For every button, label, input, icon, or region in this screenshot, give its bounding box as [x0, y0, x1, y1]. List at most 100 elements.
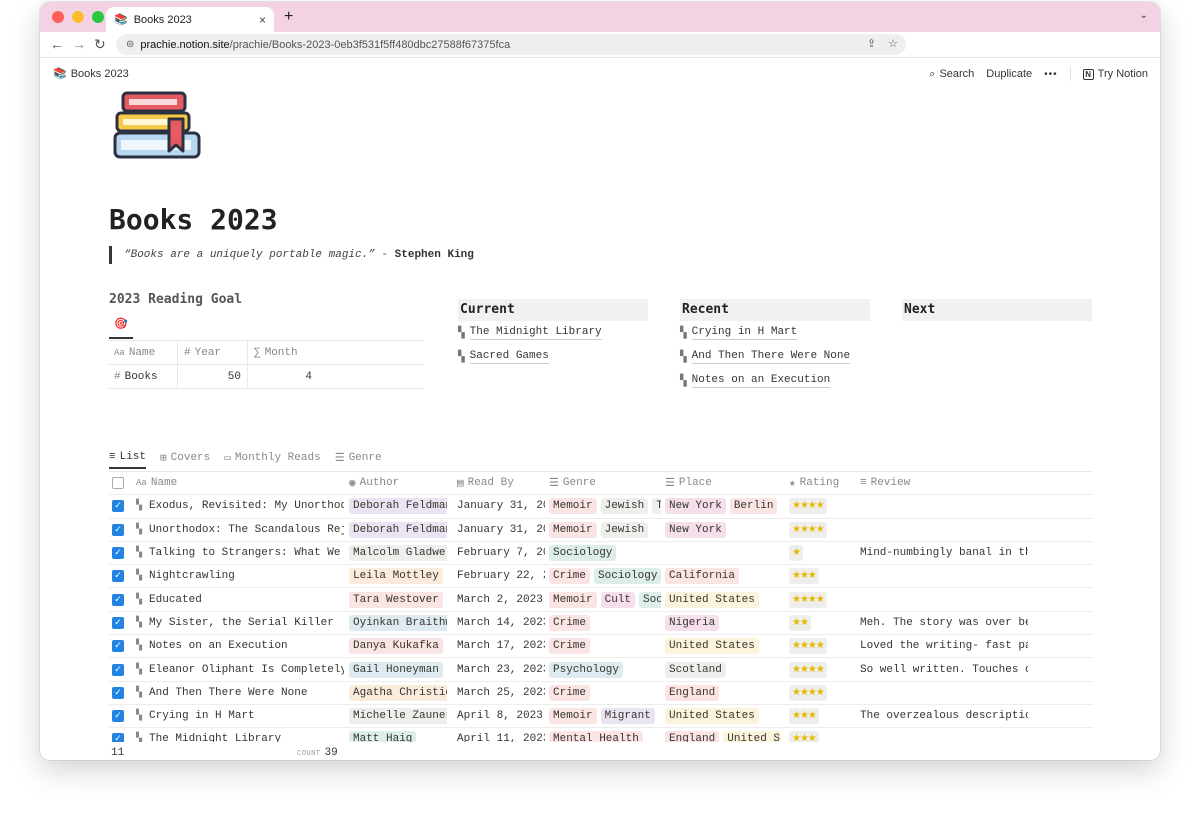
review-text[interactable]: Meh. The story was over before	[860, 612, 1028, 634]
try-notion-button[interactable]: N Try Notion	[1082, 68, 1148, 80]
goal-col-name[interactable]: Aa Name	[108, 341, 178, 364]
review-text[interactable]	[860, 519, 1028, 541]
row-checkbox[interactable]: ✓	[112, 705, 126, 727]
read-by-date[interactable]: January 31, 2023	[457, 495, 545, 517]
read-by-date[interactable]: January 31, 2023	[457, 519, 545, 541]
view-tab-genre[interactable]: ☰ Genre	[335, 447, 382, 469]
book-author[interactable]: Gail Honeyman	[349, 658, 447, 680]
genre-tags[interactable]: Crime	[549, 635, 661, 657]
current-link[interactable]: ▚ Sacred Games	[458, 345, 648, 369]
review-text[interactable]	[860, 682, 1028, 704]
book-author[interactable]: Oyinkan Braithwaite	[349, 612, 447, 634]
read-by-date[interactable]: March 14, 2023	[457, 612, 545, 634]
forward-arrow-icon[interactable]: →	[72, 36, 86, 52]
genre-tags[interactable]: MemoirCultSociology	[549, 588, 661, 610]
new-tab-button[interactable]: +	[284, 8, 293, 26]
place-tags[interactable]: New York Berlin	[665, 495, 781, 517]
review-text[interactable]: The overzealous descriptions	[860, 705, 1028, 727]
genre-tags[interactable]: Crime Sociology	[549, 565, 661, 587]
row-checkbox[interactable]: ✓	[112, 519, 126, 541]
row-checkbox[interactable]: ✓	[112, 588, 126, 610]
row-checkbox[interactable]: ✓	[112, 658, 126, 680]
site-info-icon[interactable]: ⊜	[126, 39, 134, 50]
col-author[interactable]: ◉ Author	[349, 472, 447, 494]
table-row[interactable]: ✓ ▚Unorthodox: The Scandalous Rejection De…	[109, 519, 1093, 542]
book-name[interactable]: ▚Eleanor Oliphant Is Completely Fine	[136, 658, 344, 680]
back-arrow-icon[interactable]: ←	[50, 36, 64, 52]
genre-tags[interactable]: Psychology	[549, 658, 661, 680]
table-row[interactable]: ✓ ▚ Exodus, Revisited: My Unorthodox Debora…	[109, 495, 1093, 519]
close-window-button[interactable]	[52, 11, 64, 23]
review-text[interactable]	[860, 588, 1028, 610]
goal-col-year[interactable]: # Year	[178, 341, 248, 364]
col-name[interactable]: Aa Name	[136, 472, 344, 494]
duplicate-button[interactable]: Duplicate	[986, 68, 1032, 80]
rating[interactable]: ★★★	[789, 728, 855, 742]
review-text[interactable]	[860, 495, 1028, 517]
browser-tab[interactable]: 📚 Books 2023 ×	[106, 7, 274, 32]
breadcrumb[interactable]: 📚 Books 2023	[53, 67, 129, 81]
read-by-date[interactable]: March 25, 2023	[457, 682, 545, 704]
rating[interactable]: ★	[789, 542, 855, 564]
place-tags[interactable]: Nigeria	[665, 612, 781, 634]
more-options-icon[interactable]: •••	[1044, 69, 1058, 80]
read-by-date[interactable]: March 17, 2023	[457, 635, 545, 657]
place-tags[interactable]: United States	[665, 705, 781, 727]
col-rating[interactable]: ★ Rating	[789, 472, 855, 494]
share-icon[interactable]: ⇪	[867, 37, 876, 50]
book-author[interactable]: Michelle Zauner	[349, 705, 447, 727]
goal-view-tab[interactable]: 🎯	[109, 317, 133, 339]
table-row[interactable]: ✓ ▚ Crying in H Mart Michelle Zauner April 8…	[109, 705, 1093, 729]
table-row[interactable]: ✓ ▚ Nightcrawling Leila Mottley February 22,…	[109, 565, 1093, 589]
book-author[interactable]: Malcolm Gladwell	[349, 542, 447, 564]
review-text[interactable]: Mind-numbingly banal in that	[860, 542, 1028, 564]
book-author[interactable]: Tara Westover	[349, 588, 447, 610]
count-aggregate[interactable]: COUNT 39	[297, 747, 338, 759]
row-checkbox[interactable]: ✓	[112, 612, 126, 634]
row-checkbox[interactable]: ✓	[112, 495, 126, 517]
book-name[interactable]: ▚ Exodus, Revisited: My Unorthodox	[136, 495, 344, 517]
review-text[interactable]: So well written. Touches on	[860, 658, 1028, 680]
search-button[interactable]: ⌕ Search	[929, 68, 974, 81]
rating[interactable]: ★★★	[789, 565, 855, 587]
rating[interactable]: ★★★★	[789, 495, 855, 517]
rating[interactable]: ★★★★	[789, 588, 855, 610]
read-by-date[interactable]: February 7, 2023	[457, 542, 545, 564]
rating[interactable]: ★★★★	[789, 658, 855, 680]
review-text[interactable]	[860, 565, 1028, 587]
book-name[interactable]: ▚Talking to Strangers: What We Should	[136, 542, 344, 564]
rating[interactable]: ★★★	[789, 705, 855, 727]
book-author[interactable]: Deborah Feldman	[349, 495, 447, 517]
book-name[interactable]: ▚ Educated	[136, 588, 344, 610]
reload-icon[interactable]: ↻	[94, 36, 106, 53]
row-checkbox[interactable]: ✓	[112, 682, 126, 704]
table-row[interactable]: ✓ ▚ And Then There Were None Agatha Christi…	[109, 682, 1093, 705]
genre-tags[interactable]: Mental Health	[549, 728, 661, 742]
select-all-checkbox[interactable]	[112, 472, 126, 494]
row-checkbox[interactable]: ✓	[112, 728, 126, 742]
table-row[interactable]: ✓ ▚ The Midnight Library Matt Haig April 11,…	[109, 728, 1093, 742]
minimize-window-button[interactable]	[72, 11, 84, 23]
read-by-date[interactable]: April 11, 2023	[457, 728, 545, 742]
table-row[interactable]: ✓ ▚Talking to Strangers: What We Should Ma…	[109, 542, 1093, 566]
book-name[interactable]: ▚ And Then There Were None	[136, 682, 344, 704]
table-row[interactable]: ✓ ▚ My Sister, the Serial Killer Oyinkan Br…	[109, 612, 1093, 636]
book-author[interactable]: Deborah Feldman	[349, 519, 447, 541]
zoom-window-button[interactable]	[92, 11, 104, 23]
genre-tags[interactable]: Sociology	[549, 542, 661, 564]
goal-col-month[interactable]: ∑ Month	[248, 341, 318, 364]
rating[interactable]: ★★★★	[789, 519, 855, 541]
view-tab-covers[interactable]: ⊞ Covers	[160, 447, 210, 469]
bookmark-star-icon[interactable]: ☆	[888, 37, 898, 50]
recent-link[interactable]: ▚ Notes on an Execution	[680, 369, 870, 393]
address-bar[interactable]: ⊜ prachie.notion.site/prachie/Books-2023…	[116, 34, 906, 55]
book-author[interactable]: Matt Haig	[349, 728, 447, 742]
genre-tags[interactable]: Memoir Migrant	[549, 705, 661, 727]
place-tags[interactable]: New York	[665, 519, 781, 541]
review-text[interactable]	[860, 728, 1028, 742]
recent-link[interactable]: ▚ And Then There Were None	[680, 345, 870, 369]
book-author[interactable]: Agatha Christie	[349, 682, 447, 704]
row-checkbox[interactable]: ✓	[112, 565, 126, 587]
rating[interactable]: ★★★★	[789, 682, 855, 704]
place-tags[interactable]	[665, 542, 781, 564]
